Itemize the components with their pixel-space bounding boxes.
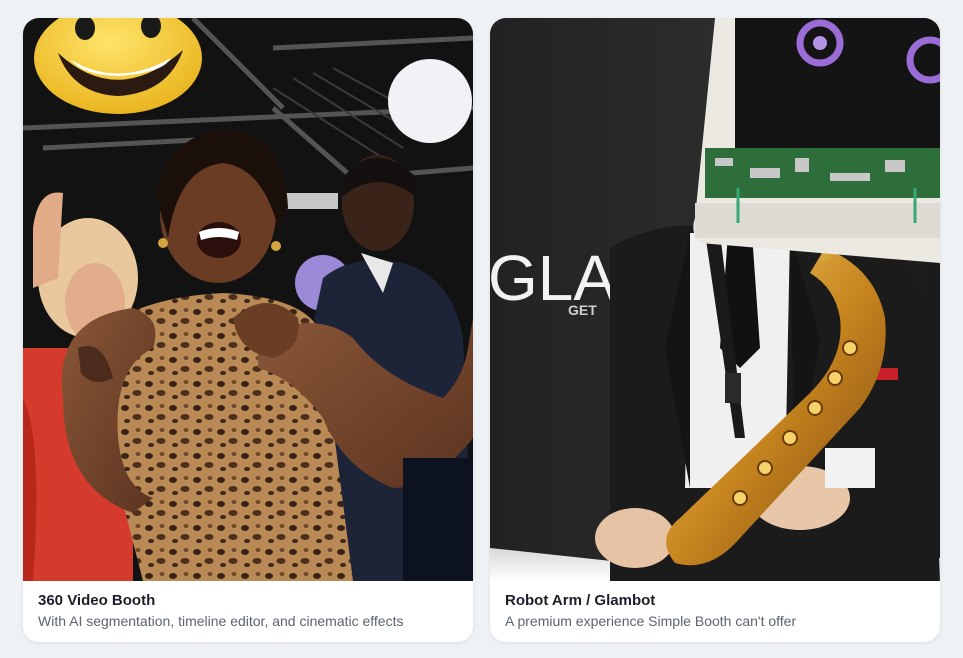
card-title: Robot Arm / Glambot [505, 592, 656, 609]
backdrop-logo-subtext: GET [568, 302, 597, 318]
card-video-thumbnail[interactable] [23, 18, 473, 581]
card-caption: 360 Video Booth With AI segmentation, ti… [38, 592, 461, 630]
feature-card-360-video-booth[interactable]: 360 Video Booth With AI segmentation, ti… [23, 18, 473, 642]
card-caption: Robot Arm / Glambot A premium experience… [505, 592, 928, 630]
card-title: 360 Video Booth [38, 592, 156, 609]
saxophone-performer-image: GLA GET [490, 18, 940, 581]
card-subtitle: With AI segmentation, timeline editor, a… [38, 613, 404, 629]
card-subtitle: A premium experience Simple Booth can't … [505, 613, 797, 629]
feature-card-grid: 360 Video Booth With AI segmentation, ti… [0, 0, 963, 658]
card-video-thumbnail[interactable]: GLA GET [490, 18, 940, 581]
backdrop-logo-text: GLA [490, 242, 616, 314]
feature-card-robot-arm-glambot[interactable]: GLA GET Robot Arm / Glambot A premium ex… [490, 18, 940, 642]
party-scene-image [23, 18, 473, 581]
